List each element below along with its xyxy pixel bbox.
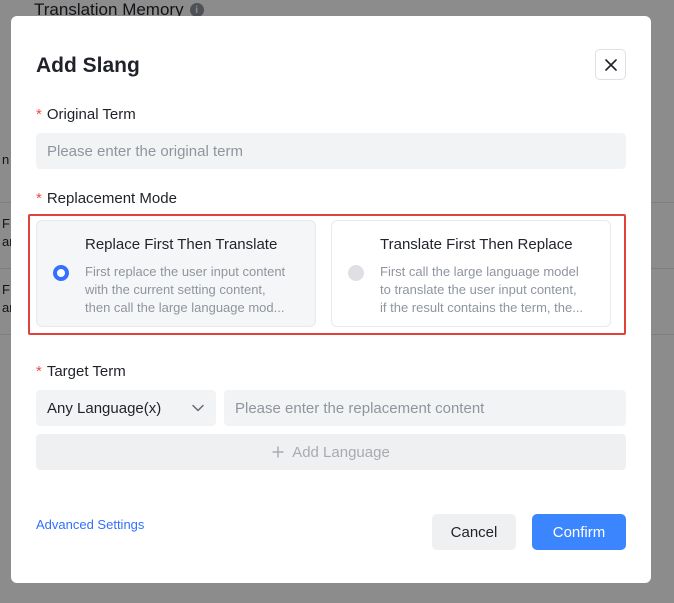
mode-option-desc-line: if the result contains the term, the... [380,300,584,315]
add-slang-dialog: Add Slang *Original Term *Replacement Mo… [11,16,651,583]
cancel-button[interactable]: Cancel [432,514,516,550]
radio-unselected-icon [348,265,364,281]
mode-option-desc-line: to translate the user input content, [380,282,577,297]
target-term-label: * Target Term [36,363,126,380]
original-term-input[interactable] [36,133,626,169]
original-term-label-text: Original Term [46,106,136,123]
replacement-content-input[interactable] [224,390,626,426]
mode-option-title: Translate First Then Replace [380,236,573,253]
mode-option-description: First replace the user input content wit… [85,263,297,317]
mode-option-desc-line: with the current setting content, [85,282,266,297]
advanced-settings-link[interactable]: Advanced Settings [36,517,144,532]
close-icon [604,58,617,71]
mode-option-translate-first[interactable]: Translate First Then Replace First call … [331,220,611,327]
target-term-label-text: Target Term [46,363,126,380]
replacement-mode-label: * Replacement Mode [36,190,177,207]
required-mark: * [36,363,42,380]
mode-option-title: Replace First Then Translate [85,236,278,253]
required-mark: * [36,190,42,207]
replacement-mode-label-text: Replacement Mode [46,190,177,207]
close-button[interactable] [595,49,626,80]
mode-option-desc-line: First call the large language model [380,264,579,279]
mode-option-desc-line: First replace the user input content [85,264,286,279]
chevron-down-icon [192,404,204,412]
replacement-mode-group: Replace First Then Translate First repla… [28,214,626,335]
mode-option-replace-first[interactable]: Replace First Then Translate First repla… [36,220,316,327]
original-term-label: * Original Term [36,106,136,123]
add-language-label: Add Language [292,443,390,461]
mode-option-description: First call the large language model to t… [380,263,592,317]
language-select-value: Any Language(x) [47,399,162,417]
required-mark: * [36,106,42,123]
dialog-title: Add Slang [36,54,140,77]
radio-selected-icon [53,265,69,281]
language-select[interactable]: Any Language(x) [36,390,216,426]
add-language-button[interactable]: Add Language [36,434,626,470]
confirm-button[interactable]: Confirm [532,514,626,550]
plus-icon [272,446,284,458]
mode-option-desc-line: then call the large language mod... [85,300,285,315]
